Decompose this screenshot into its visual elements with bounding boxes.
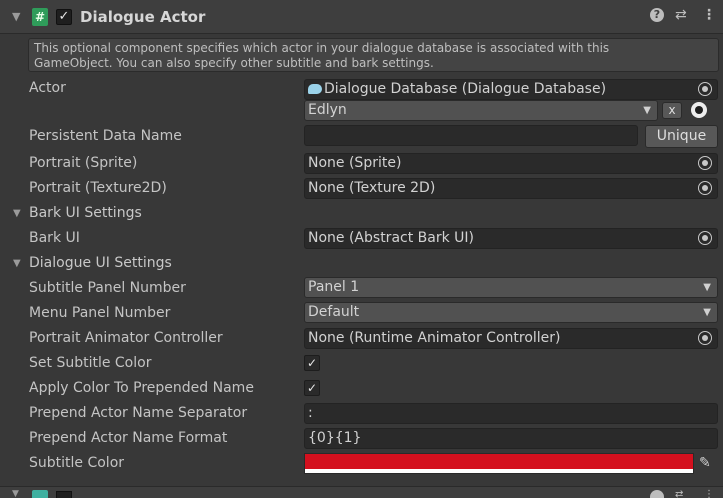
- bark-ui-value: None (Abstract Bark UI): [308, 230, 474, 246]
- presets-icon[interactable]: ⇄: [675, 489, 683, 498]
- portrait-texture-label: Portrait (Texture2D): [29, 180, 167, 196]
- object-picker-icon[interactable]: [698, 231, 712, 245]
- object-picker-icon[interactable]: [698, 156, 712, 170]
- unique-button[interactable]: Unique: [645, 125, 718, 148]
- object-picker-icon[interactable]: [698, 181, 712, 195]
- portrait-animator-label: Portrait Animator Controller: [29, 330, 223, 346]
- menu-panel-value: Default: [308, 304, 360, 320]
- context-menu-icon[interactable]: ⋮: [702, 7, 716, 23]
- component-title: Dialogue Actor: [80, 8, 206, 26]
- actor-label: Actor: [29, 80, 66, 96]
- chevron-down-icon: ▼: [703, 307, 711, 318]
- chevron-down-icon: ▼: [703, 282, 711, 293]
- portrait-sprite-field[interactable]: None (Sprite): [304, 153, 718, 174]
- subtitle-panel-label: Subtitle Panel Number: [29, 280, 186, 296]
- color-alpha-bar: [305, 469, 693, 473]
- bark-settings-foldout-icon[interactable]: ▼: [13, 208, 21, 219]
- help-box: This optional component specifies which …: [28, 38, 719, 72]
- help-icon[interactable]: [650, 490, 664, 498]
- separator-input[interactable]: :: [304, 403, 718, 424]
- next-component-header[interactable]: ▼ ⇄ ⋮: [0, 486, 723, 498]
- color-swatch: [305, 454, 693, 469]
- menu-panel-label: Menu Panel Number: [29, 305, 171, 321]
- menu-panel-dropdown[interactable]: Default ▼: [304, 302, 718, 323]
- actor-database-field[interactable]: Dialogue Database (Dialogue Database): [304, 79, 718, 100]
- set-subtitle-color-label: Set Subtitle Color: [29, 355, 152, 371]
- clear-actor-button[interactable]: x: [662, 102, 682, 119]
- set-subtitle-color-checkbox[interactable]: ✓: [304, 355, 320, 371]
- subtitle-color-field[interactable]: [304, 453, 694, 474]
- persistent-data-name-label: Persistent Data Name: [29, 128, 182, 144]
- usable-icon: [32, 490, 48, 498]
- format-input[interactable]: {0}{1}: [304, 428, 718, 449]
- eyedropper-icon[interactable]: ✎: [699, 455, 711, 471]
- subtitle-panel-value: Panel 1: [308, 279, 360, 295]
- dialogue-ui-foldout-icon[interactable]: ▼: [13, 258, 21, 269]
- foldout-arrow-icon[interactable]: ▼: [12, 10, 20, 23]
- component-enabled-checkbox[interactable]: [56, 491, 72, 498]
- help-line-1: This optional component specifies which …: [34, 41, 610, 55]
- foldout-arrow-icon[interactable]: ▼: [12, 489, 19, 498]
- persistent-data-name-input[interactable]: [304, 125, 638, 146]
- subtitle-panel-dropdown[interactable]: Panel 1 ▼: [304, 277, 718, 298]
- portrait-sprite-label: Portrait (Sprite): [29, 155, 138, 171]
- component-header[interactable]: ▼ # ✓ Dialogue Actor ? ⇄ ⋮: [0, 0, 723, 34]
- apply-color-checkbox[interactable]: ✓: [304, 380, 320, 396]
- help-line-2: GameObject. You can also specify other s…: [34, 56, 434, 70]
- portrait-texture-field[interactable]: None (Texture 2D): [304, 178, 718, 199]
- dialogue-database-icon: [308, 84, 322, 94]
- portrait-sprite-value: None (Sprite): [308, 155, 402, 171]
- object-picker-icon[interactable]: [698, 82, 712, 96]
- actor-name-dropdown[interactable]: Edlyn ▼: [304, 100, 658, 121]
- apply-color-label: Apply Color To Prepended Name: [29, 380, 254, 396]
- chevron-down-icon: ▼: [643, 105, 651, 116]
- presets-icon[interactable]: ⇄: [675, 7, 687, 23]
- actor-name-value: Edlyn: [308, 102, 347, 118]
- separator-label: Prepend Actor Name Separator: [29, 405, 248, 421]
- portrait-animator-value: None (Runtime Animator Controller): [308, 330, 561, 346]
- bark-ui-field[interactable]: None (Abstract Bark UI): [304, 228, 718, 249]
- bark-ui-label: Bark UI: [29, 230, 80, 246]
- subtitle-color-label: Subtitle Color: [29, 455, 125, 471]
- bark-settings-section[interactable]: Bark UI Settings: [29, 205, 142, 221]
- context-menu-icon[interactable]: ⋮: [704, 489, 714, 498]
- actor-database-value: Dialogue Database (Dialogue Database): [324, 81, 607, 97]
- format-label: Prepend Actor Name Format: [29, 430, 228, 446]
- help-icon[interactable]: ?: [650, 8, 664, 22]
- portrait-texture-value: None (Texture 2D): [308, 180, 436, 196]
- script-icon: #: [32, 8, 48, 26]
- portrait-animator-field[interactable]: None (Runtime Animator Controller): [304, 328, 718, 349]
- object-picker-icon[interactable]: [698, 331, 712, 345]
- component-enabled-checkbox[interactable]: ✓: [56, 9, 72, 25]
- dialogue-ui-section[interactable]: Dialogue UI Settings: [29, 255, 172, 271]
- actor-picker-icon[interactable]: [691, 102, 707, 118]
